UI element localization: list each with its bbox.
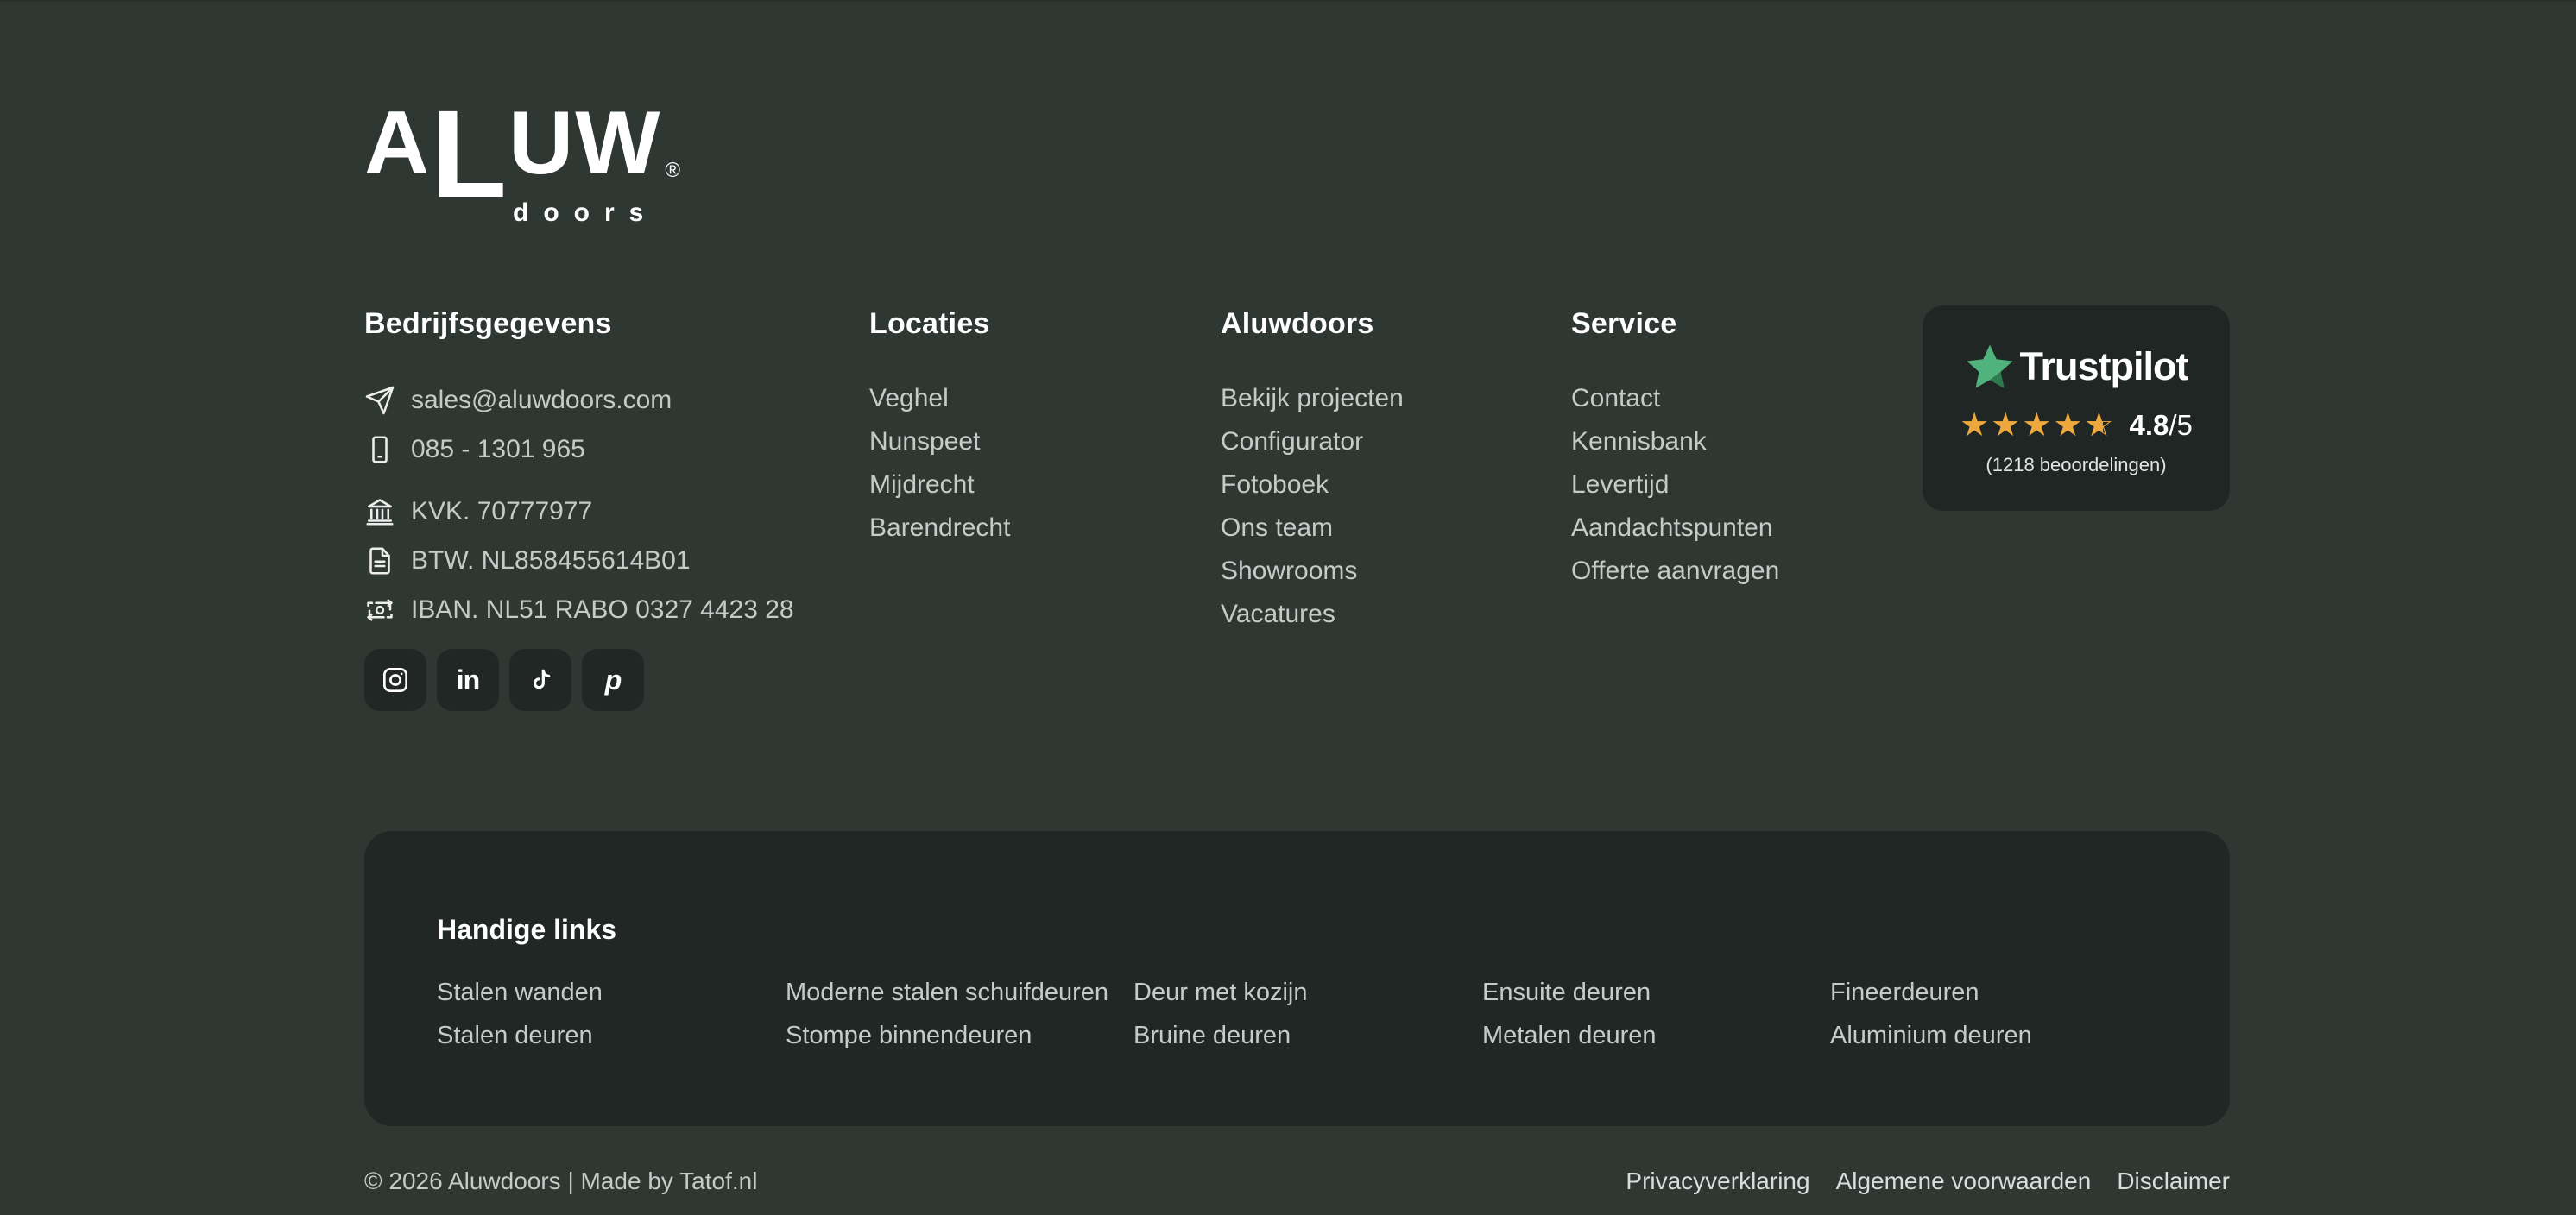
footer-link[interactable]: Levertijd [1571, 469, 1899, 500]
instagram-button[interactable] [364, 649, 426, 711]
star-rating-icons: ★ ★ ★ ★ ☆ ★ [1960, 409, 2115, 442]
contact-group: sales@aluwdoors.com 085 - 1301 965 [364, 383, 848, 467]
logo-letter: L [431, 92, 508, 217]
handige-links-column: Moderne stalen schuifdeuren Stompe binne… [786, 980, 1133, 1067]
footer-link[interactable]: Mijdrecht [869, 469, 1197, 500]
bank-icon [364, 496, 395, 527]
trustpilot-logo: Trustpilot [1965, 340, 2188, 393]
footer-link[interactable]: Fotoboek [1221, 469, 1549, 500]
star-icon: ★ [2022, 409, 2053, 442]
logo-letter: W [575, 98, 661, 188]
document-icon [364, 545, 395, 576]
handige-links-column: Fineerdeuren Aluminium deuren [1830, 980, 2157, 1067]
column-title: Bedrijfsgegevens [364, 304, 848, 343]
trustpilot-star-icon [1965, 342, 2015, 392]
btw-row: BTW. NL858455614B01 [364, 544, 848, 578]
email-link[interactable]: sales@aluwdoors.com [364, 383, 848, 418]
rating-value: 4.8/5 [2129, 409, 2192, 442]
footer-link[interactable]: Bruine deuren [1133, 1023, 1482, 1048]
logo-letter: U [508, 98, 575, 188]
column-title: Locaties [869, 304, 1197, 343]
mobile-phone-icon [364, 434, 395, 465]
footer-link[interactable]: Stompe binnendeuren [786, 1023, 1133, 1048]
footer-link[interactable]: Nunspeet [869, 426, 1197, 457]
column-title: Aluwdoors [1221, 304, 1549, 343]
trustpilot-widget[interactable]: Trustpilot ★ ★ ★ ★ ☆ ★ 4.8/5 (1218 beoor… [1923, 305, 2230, 511]
phone-link[interactable]: 085 - 1301 965 [364, 432, 848, 467]
tiktok-button[interactable] [509, 649, 571, 711]
linkedin-button[interactable]: in [437, 649, 499, 711]
handige-links-title: Handige links [437, 911, 2157, 947]
pinterest-icon: p [605, 666, 622, 694]
footer-link[interactable]: Kennisbank [1571, 426, 1899, 457]
bottom-bar: © 2026 Aluwdoors | Made by Tatof.nl Priv… [364, 1164, 2230, 1199]
btw-text: BTW. NL858455614B01 [411, 546, 691, 576]
terms-link[interactable]: Algemene voorwaarden [1836, 1168, 2092, 1195]
handige-links-column: Stalen wanden Stalen deuren [437, 980, 786, 1067]
logo-subtext: doors [513, 198, 658, 228]
footer-link[interactable]: Aandachtspunten [1571, 513, 1899, 544]
footer-link[interactable]: Metalen deuren [1482, 1023, 1830, 1048]
locaties-links: Veghel Nunspeet Mijdrecht Barendrecht [869, 383, 1197, 544]
paper-plane-icon [364, 385, 395, 416]
instagram-icon [382, 666, 409, 694]
privacy-link[interactable]: Privacyverklaring [1626, 1168, 1809, 1195]
column-title: Service [1571, 304, 1899, 343]
footer-link[interactable]: Moderne stalen schuifdeuren [786, 980, 1133, 1005]
phone-text: 085 - 1301 965 [411, 435, 585, 464]
service-links: Contact Kennisbank Levertijd Aandachtspu… [1571, 383, 1899, 587]
legal-links: Privacyverklaring Algemene voorwaarden D… [1626, 1168, 2230, 1195]
kvk-text: KVK. 70777977 [411, 497, 592, 526]
email-text: sales@aluwdoors.com [411, 386, 672, 415]
handige-links-panel: Handige links Stalen wanden Stalen deure… [364, 831, 2230, 1126]
trustpilot-brand-text: Trustpilot [2020, 344, 2188, 389]
tiktok-icon [527, 666, 554, 694]
registration-group: KVK. 70777977 BTW. NL858455614B01 IBAN. … [364, 494, 848, 627]
footer-link[interactable]: Aluminium deuren [1830, 1023, 2157, 1048]
column-aluwdoors: Aluwdoors Bekijk projecten Configurator … [1221, 304, 1549, 642]
footer-link[interactable]: Configurator [1221, 426, 1549, 457]
copyright-text: © 2026 Aluwdoors | Made by Tatof.nl [364, 1168, 757, 1195]
footer-link[interactable]: Fineerdeuren [1830, 980, 2157, 1005]
handige-links-column: Ensuite deuren Metalen deuren [1482, 980, 1830, 1067]
social-links: in p [364, 649, 848, 711]
footer-link[interactable]: Barendrecht [869, 513, 1197, 544]
logo-letter: A [364, 98, 431, 188]
half-star-icon: ☆ ★ [2084, 409, 2115, 442]
iban-row: IBAN. NL51 RABO 0327 4423 28 [364, 593, 848, 627]
footer-link[interactable]: Ons team [1221, 513, 1549, 544]
linkedin-icon: in [457, 666, 479, 694]
kvk-row: KVK. 70777977 [364, 494, 848, 529]
footer-link[interactable]: Showrooms [1221, 556, 1549, 587]
column-locaties: Locaties Veghel Nunspeet Mijdrecht Baren… [869, 304, 1197, 556]
footer-link[interactable]: Offerte aanvragen [1571, 556, 1899, 587]
registered-trademark-icon: ® [665, 161, 682, 181]
footer-link[interactable]: Vacatures [1221, 599, 1549, 630]
star-icon: ★ [1991, 409, 2022, 442]
column-bedrijfsgegevens: Bedrijfsgegevens sales@aluwdoors.com 085… [364, 304, 848, 711]
footer-link[interactable]: Bekijk projecten [1221, 383, 1549, 414]
aluwdoors-logo[interactable]: A L U W ® doors [364, 98, 692, 236]
iban-text: IBAN. NL51 RABO 0327 4423 28 [411, 595, 794, 625]
banknote-icon [364, 595, 395, 626]
pinterest-button[interactable]: p [582, 649, 644, 711]
footer-link[interactable]: Deur met kozijn [1133, 980, 1482, 1005]
trustpilot-rating-row: ★ ★ ★ ★ ☆ ★ 4.8/5 [1960, 407, 2193, 444]
site-footer: A L U W ® doors Bedrijfsgegevens sales@a… [0, 0, 2576, 1215]
review-count: (1218 beoordelingen) [1986, 454, 2166, 476]
disclaimer-link[interactable]: Disclaimer [2117, 1168, 2230, 1195]
footer-link[interactable]: Stalen wanden [437, 980, 786, 1005]
aluwdoors-links: Bekijk projecten Configurator Fotoboek O… [1221, 383, 1549, 630]
footer-link[interactable]: Veghel [869, 383, 1197, 414]
handige-links-grid: Stalen wanden Stalen deuren Moderne stal… [437, 980, 2157, 1067]
footer-link[interactable]: Ensuite deuren [1482, 980, 1830, 1005]
star-icon: ★ [2053, 409, 2084, 442]
handige-links-column: Deur met kozijn Bruine deuren [1133, 980, 1482, 1067]
footer-link[interactable]: Contact [1571, 383, 1899, 414]
column-service: Service Contact Kennisbank Levertijd Aan… [1571, 304, 1899, 599]
star-icon: ★ [1960, 409, 1991, 442]
footer-link[interactable]: Stalen deuren [437, 1023, 786, 1048]
